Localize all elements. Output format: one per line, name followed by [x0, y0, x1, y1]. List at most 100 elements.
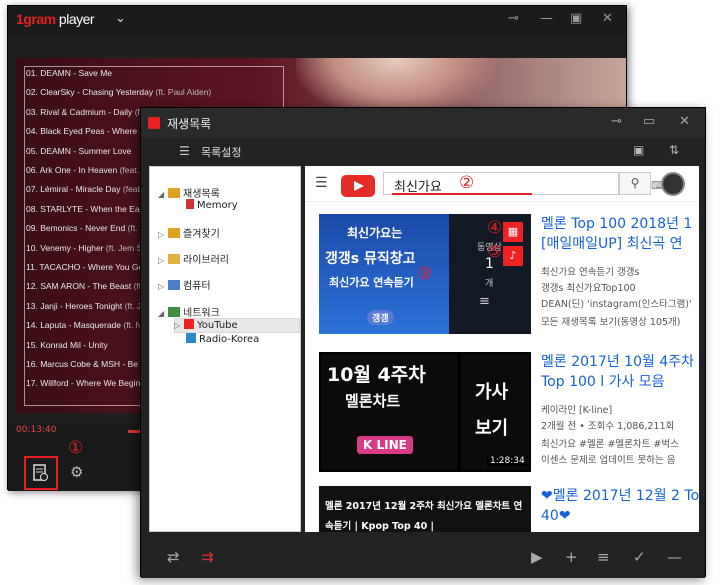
track-number: 16. — [26, 359, 38, 369]
video-channel[interactable]: 케이라인 [K-line] — [541, 402, 612, 416]
video-meta: DEAN(딘) 'instagram(인스타그램)' — [541, 299, 692, 310]
app-icon — [148, 117, 160, 129]
close-icon[interactable]: ✕ — [679, 114, 690, 129]
channel-badge: 갱갱 — [367, 310, 394, 325]
track-item[interactable]: 15. Konrad Mil - Unity — [26, 340, 108, 350]
tree-item-radio-korea[interactable]: Radio-Korea — [186, 333, 259, 345]
avatar[interactable] — [661, 172, 685, 196]
video-thumbnail[interactable]: 최신가요는 갱갱s 뮤직창고 최신가요 연속듣기 갱갱 동영상 1 개 ≡ ▦ … — [319, 214, 531, 334]
chevron-down-icon[interactable]: ⌄ — [115, 11, 126, 26]
computer-icon — [168, 280, 180, 290]
video-item[interactable]: 최신가요는 갱갱s 뮤직창고 최신가요 연속듣기 갱갱 동영상 1 개 ≡ ▦ … — [319, 214, 699, 342]
menu-icon[interactable]: ☰ — [315, 175, 328, 191]
track-item[interactable]: 03. Rival & Cadmium - Daily (ft. Ja — [26, 107, 156, 117]
play-icon[interactable]: ▶ — [531, 548, 543, 566]
tree-item-favorites[interactable]: ▷ 즐겨찾기 — [158, 225, 220, 240]
sort-icon[interactable]: ⇅ — [669, 143, 679, 157]
video-item[interactable]: 10월 4주차 멜론차트 K LINE 가사 보기 1:28:34 멜론 201… — [319, 352, 699, 480]
add-icon[interactable]: + — [565, 548, 578, 566]
maximize-icon[interactable]: ▭ — [643, 114, 655, 129]
folder-icon — [168, 188, 180, 198]
repeat-icon[interactable]: ⇄ — [167, 548, 180, 566]
track-item[interactable]: 06. Ark One - In Heaven (feat. Y — [26, 165, 147, 175]
track-number: 07. — [26, 184, 38, 195]
music-icon[interactable]: ♪ — [503, 246, 523, 266]
radio-icon — [186, 333, 196, 343]
search-button[interactable]: ⚲ — [619, 172, 651, 195]
tree-item-network[interactable]: ◢ 네트워크 — [158, 304, 220, 319]
track-title: SAM ARON - The Beast — [40, 281, 132, 292]
track-item[interactable]: 11. TACACHO - Where You Go (f — [26, 262, 151, 272]
tree-item-library[interactable]: ▷ 라이브러리 — [158, 251, 229, 266]
track-title: Konrad Mil - Unity — [40, 339, 108, 350]
track-title: DEAMN - Summer Love — [40, 145, 132, 156]
close-icon[interactable]: ✕ — [602, 11, 613, 26]
logo-word: player — [58, 11, 95, 27]
tree-item-playlist[interactable]: ◢ 재생목록 — [158, 185, 220, 200]
folder-icon[interactable]: ▣ — [633, 143, 644, 157]
tree-item-memory[interactable]: Memory — [186, 199, 238, 211]
track-number: 02. — [26, 87, 38, 98]
player-titlebar: 1gram player ⌄ ⊸ — ▣ ✕ — [8, 6, 626, 34]
video-thumbnail[interactable]: 10월 4주차 멜론차트 K LINE 가사 보기 1:28:34 — [319, 352, 531, 472]
pin-icon[interactable]: ⊸ — [508, 11, 519, 26]
playlist-titlebar: 재생목록 ⊸ ▭ ✕ — [141, 108, 705, 138]
pin-icon[interactable]: ⊸ — [611, 114, 622, 129]
video-title[interactable]: ❤멜론 2017년 12월 2 Top 40❤ — [541, 486, 699, 526]
tree-item-youtube[interactable]: ▷ YouTube — [174, 319, 238, 331]
add-to-list-icon[interactable]: ≡ — [597, 548, 610, 566]
list-settings-button[interactable]: 목록설정 — [201, 144, 241, 160]
video-title[interactable]: 멜론 2017년 10월 4주차 Top 100 l 가사 모음 — [541, 352, 699, 392]
gear-icon[interactable]: ⚙ — [70, 463, 83, 481]
track-item[interactable]: 10. Venemy - Higher (ft. Jem Str — [26, 243, 147, 253]
track-item[interactable]: 14. Laputa - Masquerade (ft. N — [26, 320, 142, 330]
memory-icon — [186, 199, 194, 209]
thumb-text: 보기 — [475, 418, 509, 439]
track-number: 11. — [26, 262, 38, 272]
video-title[interactable]: 멜론 Top 100 2018년 1 [매일매일UP] 최신곡 연 — [541, 214, 699, 254]
callout-3: ③ — [417, 264, 433, 284]
track-number: 05. — [26, 145, 38, 156]
list-settings-icon[interactable]: ☰ — [179, 144, 190, 158]
track-item[interactable]: 09. Bemonics - Never End (ft. Ben — [26, 223, 155, 233]
logo-brand: 1gram — [16, 11, 56, 27]
player-logo[interactable]: 1gram player — [16, 11, 95, 27]
track-item[interactable]: 04. Black Eyed Peas - Where Is T — [26, 126, 153, 136]
window-title: 재생목록 — [167, 117, 212, 131]
thumb-text: 가사 — [475, 382, 509, 403]
video-item[interactable]: 멜론 2017년 12월 2주차 최신가요 멜론차트 연 속듣기 | Kpop … — [319, 486, 699, 532]
track-number: 06. — [26, 165, 38, 175]
playlist-window: 재생목록 ⊸ ▭ ✕ ☰ 목록설정 ▣ ⇅ ◢ 재생목록 Memory ▷ 즐겨찾기… — [140, 107, 706, 578]
network-icon — [168, 307, 180, 317]
video-thumbnail[interactable]: 멜론 2017년 12월 2주차 최신가요 멜론차트 연 속듣기 | Kpop … — [319, 486, 531, 532]
remove-icon[interactable]: — — [667, 548, 682, 566]
track-item[interactable]: 12. SAM ARON - The Beast (ft. A — [26, 281, 151, 291]
minimize-icon[interactable]: — — [540, 11, 553, 26]
track-item[interactable]: 07. Lémiral - Miracle Day (feat. U — [26, 184, 151, 194]
track-item[interactable]: 13. Janji - Heroes Tonight (ft. John — [26, 301, 155, 311]
callout-4: ④ — [487, 218, 503, 238]
track-item[interactable]: 08. STARLYTE - When the Earth G — [26, 204, 158, 214]
thumbnail-art: 10월 4주차 멜론차트 K LINE — [321, 354, 457, 470]
check-icon[interactable]: ✓ — [633, 548, 646, 566]
video-icon[interactable]: ▦ — [503, 222, 523, 242]
track-title: Willford - Where We Begin — [40, 378, 141, 389]
playlist-tree: ◢ 재생목록 Memory ▷ 즐겨찾기 ▷ 라이브러리 ▷ 컴퓨터 ◢ 네트워크 ▷ Yo… — [149, 166, 301, 532]
thumb-text: 멜론 2017년 12월 2주차 최신가요 멜론차트 연 — [325, 501, 523, 512]
tree-item-computer[interactable]: ▷ 컴퓨터 — [158, 277, 211, 292]
maximize-icon[interactable]: ▣ — [570, 11, 582, 26]
track-item[interactable]: 16. Marcus Cobe & MSH - Be Free — [26, 359, 158, 369]
playlist-button[interactable] — [24, 456, 58, 490]
track-item[interactable]: 01. DEAMN - Save Me — [26, 68, 112, 78]
track-item[interactable]: 02. ClearSky - Chasing Yesterday (ft. Pa… — [26, 87, 211, 97]
track-item[interactable]: 05. DEAMN - Summer Love — [26, 146, 131, 156]
track-title: Bemonics - Never End — [40, 223, 126, 234]
search-input[interactable]: 최신가요 ② ⌨ — [383, 172, 667, 195]
shuffle-icon[interactable]: ⇉ — [201, 548, 214, 566]
playlist-icon — [33, 464, 48, 481]
track-item[interactable]: 17. Willford - Where We Begin (ft. — [26, 378, 152, 388]
track-number: 14. — [26, 320, 38, 331]
track-title: Janji - Heroes Tonight — [40, 300, 123, 311]
playlist-icon: ≡ — [479, 294, 490, 309]
youtube-logo[interactable] — [341, 175, 375, 197]
